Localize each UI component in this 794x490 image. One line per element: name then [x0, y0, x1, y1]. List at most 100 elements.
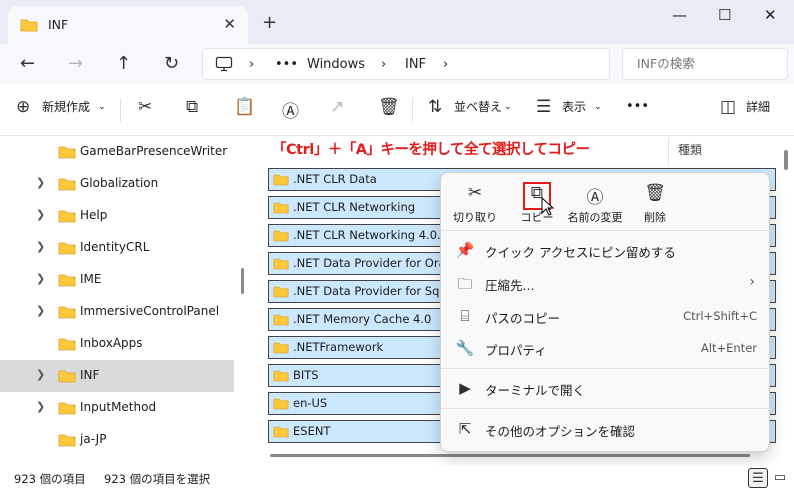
- more-options-icon: ⇱: [458, 420, 472, 438]
- new-icon[interactable]: ⊕: [16, 97, 30, 117]
- up-button[interactable]: ↑: [116, 53, 131, 74]
- menu-item-compress[interactable]: 🗀 圧縮先... ›: [441, 269, 771, 299]
- details-pane-icon[interactable]: ◫: [720, 97, 736, 117]
- sidebar-item-label: InboxApps: [80, 336, 143, 350]
- tiles-view-icon[interactable]: ▭: [770, 468, 790, 488]
- details-button[interactable]: 詳細: [746, 98, 770, 115]
- sort-icon[interactable]: ⇅: [428, 97, 442, 117]
- paste-icon[interactable]: 📋: [234, 97, 255, 117]
- folder-icon: [273, 313, 289, 329]
- horizontal-scrollbar[interactable]: [270, 454, 750, 457]
- new-tab-button[interactable]: +: [262, 12, 277, 33]
- wrench-icon: 🔧: [455, 339, 475, 357]
- copy-label: コピー: [520, 211, 554, 224]
- status-bar: 923 個の項目 923 個の項目を選択 ☰ ▭: [0, 466, 794, 490]
- sidebar-item-inputmethod[interactable]: ❯ InputMethod: [0, 392, 234, 424]
- sidebar-item-label: ja-JP: [80, 432, 107, 446]
- details-view-icon[interactable]: ☰: [748, 468, 768, 488]
- delete-icon[interactable]: 🗑: [378, 97, 400, 117]
- tab-title: INF: [48, 17, 69, 32]
- close-window-button[interactable]: ✕: [764, 6, 777, 24]
- sidebar-item-label: INF: [80, 368, 100, 382]
- sidebar-item-immersivecontrolpanel[interactable]: ❯ ImmersiveControlPanel: [0, 296, 234, 328]
- sidebar-item-help[interactable]: ❯ Help: [0, 200, 234, 232]
- folder-icon: [273, 201, 289, 217]
- rename-action[interactable]: Ⓐ 名前の変更: [563, 181, 627, 227]
- refresh-button[interactable]: ↻: [164, 53, 179, 74]
- copy-icon[interactable]: ⧉: [186, 97, 198, 117]
- sidebar-item-identitycrl[interactable]: ❯ IdentityCRL: [0, 232, 234, 264]
- folder-icon: [273, 369, 289, 385]
- sidebar-item-globalization[interactable]: ❯ Globalization: [0, 168, 234, 200]
- sidebar-scrollbar[interactable]: [241, 268, 244, 294]
- forward-button[interactable]: →: [68, 53, 83, 74]
- file-list-scrollbar[interactable]: [784, 150, 788, 170]
- menu-item-label: プロパティ: [485, 343, 547, 358]
- sidebar-item-ja-jp[interactable]: ja-JP: [0, 424, 234, 456]
- mouse-cursor-icon: [541, 196, 555, 220]
- tab-close-icon[interactable]: ✕: [223, 15, 236, 33]
- sidebar-item-inboxapps[interactable]: InboxApps: [0, 328, 234, 360]
- search-input[interactable]: [635, 49, 785, 77]
- folder-icon: [273, 285, 289, 301]
- folder-icon: [58, 337, 76, 354]
- chevron-right-icon[interactable]: ❯: [36, 304, 45, 317]
- search-box[interactable]: [622, 48, 788, 80]
- menu-item-pin-quick-access[interactable]: 📌 クイック アクセスにピン留めする: [441, 236, 771, 266]
- view-button[interactable]: 表示: [562, 98, 586, 115]
- terminal-icon: ▶: [459, 379, 471, 397]
- menu-item-label: その他のオプションを確認: [485, 424, 636, 439]
- sidebar-item-ime[interactable]: ❯ IME: [0, 264, 234, 296]
- minimize-button[interactable]: —: [672, 6, 687, 24]
- file-name: .NET Memory Cache 4.0: [293, 312, 432, 326]
- delete-label: 削除: [644, 211, 666, 224]
- chevron-right-icon: ›: [749, 274, 755, 290]
- delete-action[interactable]: 🗑 削除: [623, 181, 687, 227]
- chevron-right-icon[interactable]: ❯: [36, 208, 45, 221]
- menu-item-label: パスのコピー: [485, 311, 561, 326]
- sidebar-item-label: Help: [80, 208, 108, 222]
- column-header-row: 「Ctrl」＋「A」キーを押して全て選択してコピー 種類: [248, 136, 776, 166]
- more-options-button[interactable]: •••: [626, 99, 649, 114]
- chevron-right-icon[interactable]: ❯: [36, 368, 45, 381]
- pin-icon: 📌: [455, 241, 475, 259]
- back-button[interactable]: ←: [20, 53, 35, 74]
- rename-icon: Ⓐ: [586, 188, 604, 208]
- menu-item-open-terminal[interactable]: ▶ ターミナルで開く: [441, 374, 771, 404]
- breadcrumb-more[interactable]: •••: [275, 57, 298, 72]
- title-bar: INF ✕ + — ☐ ✕: [0, 0, 794, 44]
- new-button[interactable]: 新規作成: [42, 98, 90, 115]
- quick-actions-bar: ✂ 切り取り ⧉ コピー Ⓐ 名前の変更 🗑 削除: [441, 173, 771, 231]
- cut-icon[interactable]: ✂: [138, 97, 152, 117]
- view-icon[interactable]: ☰: [536, 97, 551, 117]
- column-header-type[interactable]: 種類: [678, 141, 702, 158]
- sort-button[interactable]: 並べ替え: [454, 98, 502, 115]
- column-divider: [668, 138, 669, 164]
- menu-item-label: 圧縮先...: [485, 278, 535, 293]
- menu-item-copy-path[interactable]: ⌸ パスのコピー Ctrl+Shift+C: [441, 302, 771, 332]
- sidebar-item-inf[interactable]: ❯ INF: [0, 360, 234, 392]
- file-name: ESENT: [293, 424, 331, 438]
- cut-action[interactable]: ✂ 切り取り: [443, 181, 507, 227]
- delete-icon: 🗑: [644, 183, 666, 203]
- sidebar-item-label: Globalization: [80, 176, 159, 190]
- menu-item-more-options[interactable]: ⇱ その他のオプションを確認: [441, 415, 771, 445]
- address-field[interactable]: › ••• Windows › INF ›: [202, 48, 610, 80]
- chevron-right-icon[interactable]: ❯: [36, 176, 45, 189]
- sidebar-item-partial[interactable]: [0, 456, 234, 466]
- sidebar-item-gamebarpresencewriter[interactable]: GameBarPresenceWriter: [0, 136, 234, 168]
- copy-path-icon: ⌸: [460, 307, 470, 325]
- breadcrumb-windows[interactable]: Windows: [307, 57, 365, 72]
- share-icon[interactable]: ↗: [330, 97, 344, 117]
- breadcrumb-inf[interactable]: INF: [405, 57, 426, 72]
- chevron-right-icon[interactable]: ❯: [36, 240, 45, 253]
- chevron-right-icon[interactable]: ❯: [36, 272, 45, 285]
- file-name: en-US: [293, 396, 328, 410]
- folder-icon: [273, 173, 289, 189]
- maximize-button[interactable]: ☐: [718, 6, 731, 24]
- rename-icon[interactable]: Ⓐ: [282, 97, 299, 122]
- selected-count: 923 個の項目を選択: [104, 472, 211, 486]
- menu-item-properties[interactable]: 🔧 プロパティ Alt+Enter: [441, 334, 771, 364]
- chevron-right-icon[interactable]: ❯: [36, 400, 45, 413]
- tab-inf[interactable]: INF ✕: [8, 6, 248, 44]
